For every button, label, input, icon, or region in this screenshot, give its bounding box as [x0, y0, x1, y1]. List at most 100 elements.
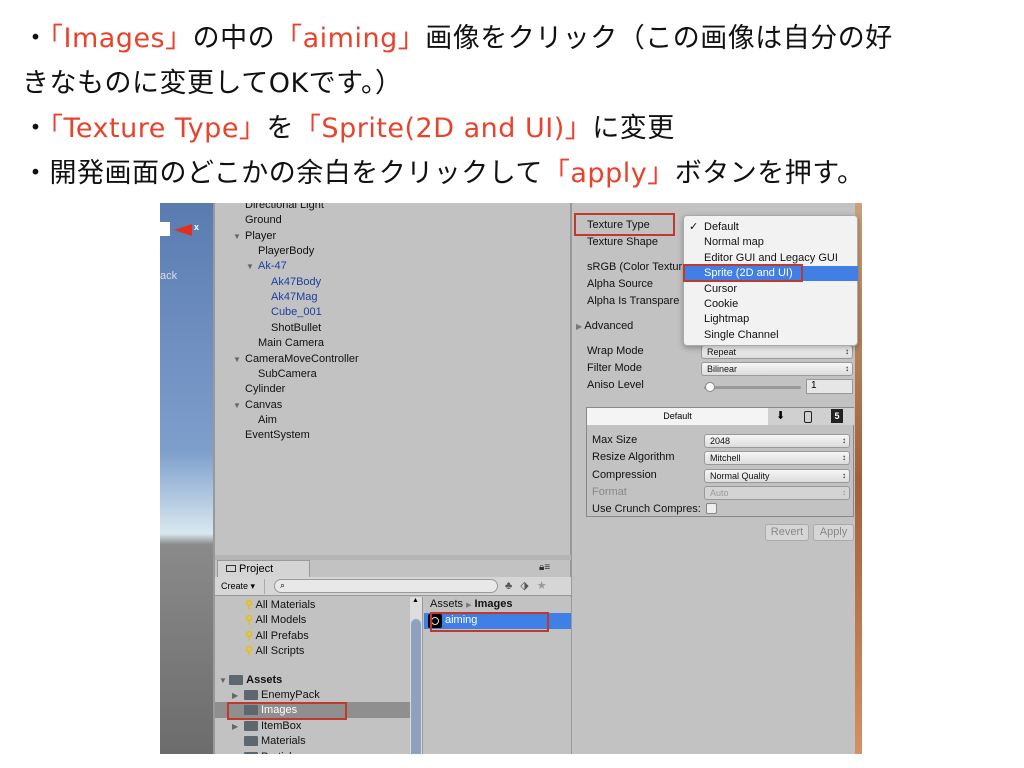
- crunch-checkbox[interactable]: [706, 503, 717, 514]
- crunch-label: Use Crunch Compres:: [592, 503, 701, 515]
- folder-item[interactable]: Materials: [232, 735, 306, 747]
- menu-item[interactable]: Cursor: [684, 282, 858, 297]
- favorite-item[interactable]: ⚲ All Prefabs: [245, 629, 309, 642]
- hierarchy-item[interactable]: Ak47Mag: [271, 291, 317, 303]
- hierarchy-panel: Directional Light Ground Player ▼ PlayerBody…: [213, 203, 569, 555]
- instruction-2: ・「Texture Type」を「Sprite(2D and UI)」に変更: [22, 113, 675, 144]
- filter-type-icon[interactable]: ♣: [505, 580, 520, 592]
- hierarchy-item[interactable]: Player: [245, 230, 276, 242]
- filter-mode-label: Filter Mode: [587, 362, 643, 374]
- platform-tab-default[interactable]: Default: [587, 408, 768, 425]
- texture-shape-label: Texture Shape: [587, 236, 658, 248]
- mobile-icon[interactable]: [804, 411, 812, 423]
- expand-triangle-icon[interactable]: ▼: [233, 355, 241, 364]
- compression-dropdown[interactable]: Normal Quality: [704, 469, 850, 483]
- unity-editor-screenshot: x ack Directional Light Ground Player ▼ Play…: [160, 203, 862, 754]
- platform-settings: Default ⬇ 5 Max Size Resize Algorithm Co…: [586, 407, 854, 517]
- expand-triangle-icon[interactable]: ▼: [233, 401, 241, 410]
- search-filter-icon: ⚲: [245, 599, 254, 611]
- folder-icon: [226, 565, 236, 572]
- wrap-mode-dropdown[interactable]: Repeat: [701, 345, 853, 359]
- hierarchy-item[interactable]: CameraMoveController: [245, 353, 359, 365]
- axis-gizmo-x-icon: [174, 224, 192, 236]
- hierarchy-item[interactable]: EventSystem: [245, 429, 310, 441]
- lock-icon[interactable]: 🔒︎≡: [539, 562, 550, 573]
- aniso-slider-handle[interactable]: [705, 382, 715, 392]
- breadcrumb-assets[interactable]: Assets: [430, 598, 463, 610]
- folder-icon: [244, 736, 258, 747]
- menu-item[interactable]: Lightmap: [684, 312, 858, 327]
- star-icon[interactable]: ★: [537, 580, 555, 592]
- filter-mode-dropdown[interactable]: Bilinear: [701, 362, 853, 376]
- aniso-level-field[interactable]: 1: [806, 379, 853, 394]
- highlight-images-folder: [227, 702, 347, 720]
- hierarchy-item[interactable]: Aim: [258, 414, 277, 426]
- search-filter-icon: ⚲: [245, 645, 254, 658]
- search-filter-icon: ⚲: [245, 629, 254, 642]
- alpha-transparency-label: Alpha Is Transpare: [587, 295, 680, 307]
- srgb-label: sRGB (Color Textur: [587, 261, 683, 273]
- project-panel: Project 🔒︎≡ Create ▾ ⌕ ♣⬗★ ▲ Assets ▶ Im…: [213, 555, 571, 754]
- instruction-3: ・開発画面のどこかの余白をクリックして「apply」ボタンを押す。: [22, 158, 865, 189]
- projection-label: ack: [160, 270, 178, 282]
- highlight-sprite-option: [683, 264, 803, 282]
- hierarchy-item[interactable]: Canvas: [245, 399, 282, 411]
- html5-icon[interactable]: 5: [831, 409, 843, 423]
- project-tab[interactable]: Project: [217, 560, 310, 577]
- favorite-item[interactable]: ⚲ All Materials: [245, 598, 315, 611]
- folder-icon: [244, 751, 258, 754]
- folder-item[interactable]: ▶ ItemBox: [232, 720, 301, 732]
- hierarchy-item[interactable]: Directional Light: [245, 203, 324, 211]
- download-icon[interactable]: ⬇: [776, 408, 785, 425]
- highlight-aiming: [430, 612, 549, 632]
- menu-item[interactable]: Normal map: [684, 235, 858, 250]
- scene-view[interactable]: x ack: [160, 203, 213, 754]
- hierarchy-item[interactable]: PlayerBody: [258, 245, 314, 257]
- favorite-item[interactable]: ⚲ All Models: [245, 613, 306, 626]
- hierarchy-item[interactable]: Cube_001: [271, 306, 322, 318]
- hierarchy-item[interactable]: SubCamera: [258, 368, 317, 380]
- axis-label: x: [194, 222, 200, 232]
- expand-triangle-icon[interactable]: ▼: [246, 262, 254, 271]
- search-icon: ⌕: [280, 580, 286, 590]
- resize-algorithm-dropdown[interactable]: Mitchell: [704, 451, 850, 465]
- hierarchy-item[interactable]: Main Camera: [258, 337, 324, 349]
- resize-algorithm-label: Resize Algorithm: [592, 451, 675, 463]
- folder-icon: [244, 720, 258, 731]
- menu-item[interactable]: ✓ Default: [684, 220, 858, 235]
- revert-button[interactable]: Revert: [765, 524, 809, 541]
- hierarchy-item[interactable]: Ground: [245, 214, 282, 226]
- checkmark-icon: ✓: [689, 221, 699, 233]
- alpha-source-label: Alpha Source: [587, 278, 654, 290]
- folder-item[interactable]: ▶ EnemyPack: [232, 689, 320, 701]
- folder-item[interactable]: ▶Particles: [232, 751, 303, 754]
- format-label: Format: [592, 486, 627, 498]
- hierarchy-item[interactable]: ShotBullet: [271, 322, 321, 334]
- expand-triangle-icon[interactable]: ▼: [233, 232, 241, 241]
- advanced-foldout[interactable]: ▶ Advanced: [576, 320, 633, 332]
- search-filter-icon: ⚲: [245, 614, 254, 627]
- instruction-1: ・「Images」の中の「aiming」画像をクリック（この画像は自分の好: [22, 23, 893, 54]
- aniso-slider[interactable]: [704, 386, 801, 389]
- search-input[interactable]: ⌕: [274, 579, 498, 593]
- aniso-level-label: Aniso Level: [587, 379, 644, 391]
- wrap-mode-label: Wrap Mode: [587, 345, 644, 357]
- scrollbar[interactable]: ▲: [410, 597, 422, 754]
- apply-button[interactable]: Apply: [813, 524, 854, 541]
- folder-icon: [244, 690, 258, 701]
- label-icon[interactable]: ⬗: [520, 580, 536, 592]
- hierarchy-item[interactable]: Ak47Body: [271, 276, 321, 288]
- hierarchy-item[interactable]: Cylinder: [245, 383, 285, 395]
- highlight-texture-type: [574, 213, 675, 236]
- instruction-1-cont: きなものに変更してOKです。）: [22, 68, 403, 99]
- compression-label: Compression: [592, 469, 657, 481]
- create-button[interactable]: Create ▾: [221, 579, 265, 594]
- hierarchy-item[interactable]: Ak-47: [258, 260, 287, 272]
- assets-root[interactable]: ▼ Assets: [219, 674, 282, 686]
- breadcrumb-images[interactable]: Images: [475, 598, 513, 610]
- max-size-dropdown[interactable]: 2048: [704, 434, 850, 448]
- favorite-item[interactable]: ⚲ All Scripts: [245, 644, 304, 657]
- menu-item[interactable]: Cookie: [684, 297, 858, 312]
- menu-item[interactable]: Single Channel: [684, 328, 858, 343]
- format-dropdown: Auto: [704, 486, 850, 500]
